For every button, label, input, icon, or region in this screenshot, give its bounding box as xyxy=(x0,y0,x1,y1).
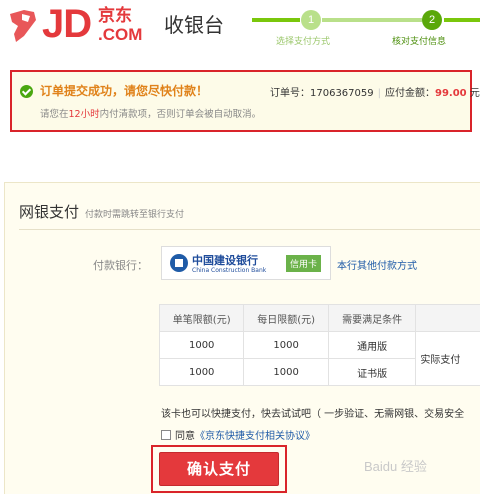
table-header: 单笔限额(元) xyxy=(158,304,245,332)
reminder-post: 内付清款项，否则订单会被自动取消。 xyxy=(99,109,262,120)
order-label: 订单号： xyxy=(270,88,310,99)
panel-subtitle: 付款时需跳转至银行支付 xyxy=(85,210,185,220)
table-header: 需要满足条件 xyxy=(327,304,417,332)
other-payment-link[interactable]: 本行其他付款方式 xyxy=(337,257,417,272)
bank-name-cn: 中国建设银行 xyxy=(192,254,258,267)
table-cell: 实际支付 xyxy=(415,331,480,386)
order-info: 订单号：1706367059 | 应付金额：99.00 元 xyxy=(270,84,480,99)
table-header: 每日限额(元) xyxy=(243,304,329,332)
page-title: 收银台 xyxy=(164,13,224,37)
quick-pay-hint: 该卡也可以快捷支付，快去试试吧（ 一步验证、无需网银、交易安全 xyxy=(161,409,465,420)
confirm-highlight: 确认支付 xyxy=(151,445,287,493)
reminder-pre: 请您在 xyxy=(40,109,69,120)
progress-steps: 1 2 选择支付方式 核对支付信息 xyxy=(252,6,480,50)
ccb-logo-icon xyxy=(170,254,188,272)
agreement-link[interactable]: 《京东快捷支付相关协议》 xyxy=(195,431,315,442)
logo-com: .COM xyxy=(98,25,143,44)
panel-title: 网银支付 xyxy=(19,203,80,221)
bank-name-en: China Construction Bank xyxy=(192,267,267,274)
amount-label: 应付金额： xyxy=(385,88,435,99)
logo-jd: JD xyxy=(42,2,92,46)
table-cell: 证书版 xyxy=(327,358,417,386)
bank-label: 付款银行： xyxy=(93,259,148,272)
online-banking-panel: 网银支付 付款时需跳转至银行支付 付款银行： 中国建设银行 China Const… xyxy=(4,182,480,494)
step-line xyxy=(322,18,422,22)
success-title: 订单提交成功，请您尽快付款！ xyxy=(40,84,209,98)
agree-checkbox[interactable] xyxy=(161,430,171,440)
table-header xyxy=(415,304,480,332)
step-2-label: 核对支付信息 xyxy=(392,37,447,47)
order-number: 1706367059 xyxy=(310,88,374,99)
payment-reminder: 请您在12小时内付清款项，否则订单会被自动取消。 xyxy=(40,106,261,120)
agree-text: 同意 xyxy=(175,431,195,442)
divider xyxy=(19,229,480,230)
table-cell: 1000 xyxy=(158,331,245,359)
header: JD 京东 .COM 收银台 1 2 选择支付方式 核对支付信息 xyxy=(0,0,480,56)
step-line xyxy=(252,18,300,22)
limit-table: 单笔限额(元) 每日限额(元) 需要满足条件 1000 1000 通用版 实际支… xyxy=(158,304,480,386)
step-1-label: 选择支付方式 xyxy=(276,37,331,47)
step-1-circle: 1 xyxy=(301,10,321,30)
table-cell: 1000 xyxy=(243,358,329,386)
logo-cn: 京东 xyxy=(98,6,132,26)
card-type-badge: 信用卡 xyxy=(286,255,322,272)
table-cell: 1000 xyxy=(158,358,245,386)
table-row: 1000 1000 通用版 实际支付 xyxy=(158,331,480,386)
agreement-row: 同意《京东快捷支付相关协议》 xyxy=(161,427,315,442)
panel-header: 网银支付 付款时需跳转至银行支付 xyxy=(19,201,184,222)
amount-unit: 元 xyxy=(469,88,480,99)
amount-value: 99.00 xyxy=(435,88,467,99)
jd-dog-logo-icon xyxy=(10,10,36,42)
table-cell: 1000 xyxy=(243,331,329,359)
table-header-row: 单笔限额(元) 每日限额(元) 需要满足条件 xyxy=(158,304,480,332)
reminder-hours: 12小时 xyxy=(68,109,100,120)
confirm-pay-button[interactable]: 确认支付 xyxy=(159,452,279,486)
selected-bank[interactable]: 中国建设银行 China Construction Bank 信用卡 xyxy=(161,246,331,280)
step-line xyxy=(444,18,480,22)
check-circle-icon xyxy=(20,85,33,98)
step-2-circle: 2 xyxy=(422,10,442,30)
watermark: Baidu 经验 xyxy=(364,459,427,474)
order-success-banner: 订单提交成功，请您尽快付款！ 订单号：1706367059 | 应付金额：99.00… xyxy=(10,70,480,132)
table-cell: 通用版 xyxy=(327,331,417,359)
separator: | xyxy=(377,88,381,99)
